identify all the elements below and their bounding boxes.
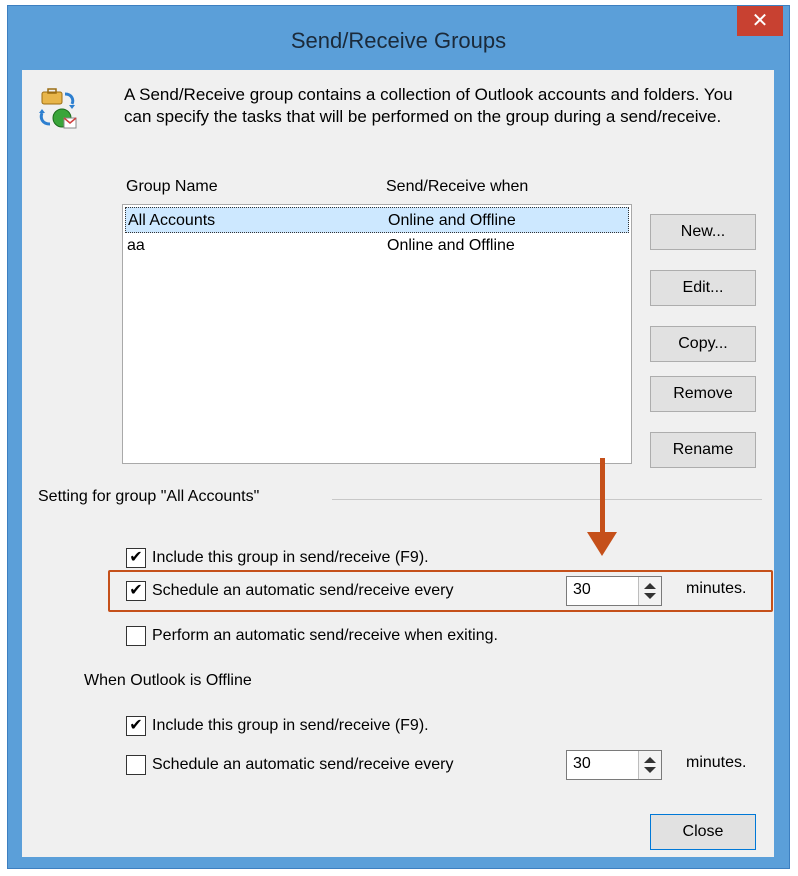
offline-schedule-auto-send-receive-label: Schedule an automatic send/receive every	[152, 756, 454, 773]
new-button[interactable]: New...	[650, 214, 756, 250]
stepper-down-icon[interactable]	[644, 767, 656, 773]
close-icon[interactable]: ✕	[737, 6, 783, 36]
list-item[interactable]: aa Online and Offline	[125, 233, 629, 259]
dialog-description: A Send/Receive group contains a collecti…	[124, 85, 733, 126]
include-in-send-receive-label: Include this group in send/receive (F9).	[152, 549, 429, 566]
edit-button[interactable]: Edit...	[650, 270, 756, 306]
rename-button[interactable]: Rename	[650, 432, 756, 468]
offline-include-in-send-receive-label: Include this group in send/receive (F9).	[152, 717, 429, 734]
offline-schedule-auto-send-receive-checkbox[interactable]	[126, 755, 146, 775]
title-bar[interactable]: Send/Receive Groups ✕	[8, 6, 789, 70]
group-separator	[332, 499, 762, 500]
auto-send-on-exit-checkbox[interactable]	[126, 626, 146, 646]
send-receive-groups-dialog: Send/Receive Groups ✕ A Send/Receive gro…	[7, 5, 790, 869]
offline-schedule-minutes-value[interactable]: 30	[573, 755, 591, 773]
column-header-send-receive-when[interactable]: Send/Receive when	[386, 178, 528, 196]
remove-button[interactable]: Remove	[650, 376, 756, 412]
annotation-highlight-box	[108, 570, 773, 612]
copy-button[interactable]: Copy...	[650, 326, 756, 362]
close-button[interactable]: Close	[650, 814, 756, 850]
group-name-cell: All Accounts	[128, 212, 216, 229]
list-item[interactable]: All Accounts Online and Offline	[125, 207, 629, 233]
stepper-arrows[interactable]	[638, 751, 661, 779]
stepper-up-icon[interactable]	[644, 757, 656, 763]
offline-schedule-minutes-stepper[interactable]: 30	[566, 750, 662, 780]
group-settings-label: Setting for group "All Accounts"	[38, 488, 268, 506]
arrow-down-icon	[600, 458, 605, 536]
dialog-title: Send/Receive Groups	[290, 28, 507, 53]
arrow-down-icon-head	[587, 532, 617, 556]
include-in-send-receive-checkbox[interactable]: ✔	[126, 548, 146, 568]
offline-minutes-label: minutes.	[686, 754, 747, 771]
group-name-cell: aa	[127, 237, 145, 254]
send-receive-when-cell: Online and Offline	[388, 212, 516, 229]
offline-include-in-send-receive-checkbox[interactable]: ✔	[126, 716, 146, 736]
offline-section-label: When Outlook is Offline	[84, 672, 252, 689]
column-header-group-name[interactable]: Group Name	[126, 178, 218, 196]
group-list[interactable]: All Accounts Online and Offline aa Onlin…	[122, 204, 632, 464]
dialog-body: A Send/Receive group contains a collecti…	[22, 70, 774, 857]
auto-send-on-exit-label: Perform an automatic send/receive when e…	[152, 627, 498, 644]
send-receive-when-cell: Online and Offline	[387, 237, 515, 254]
send-receive-groups-icon	[39, 88, 77, 129]
